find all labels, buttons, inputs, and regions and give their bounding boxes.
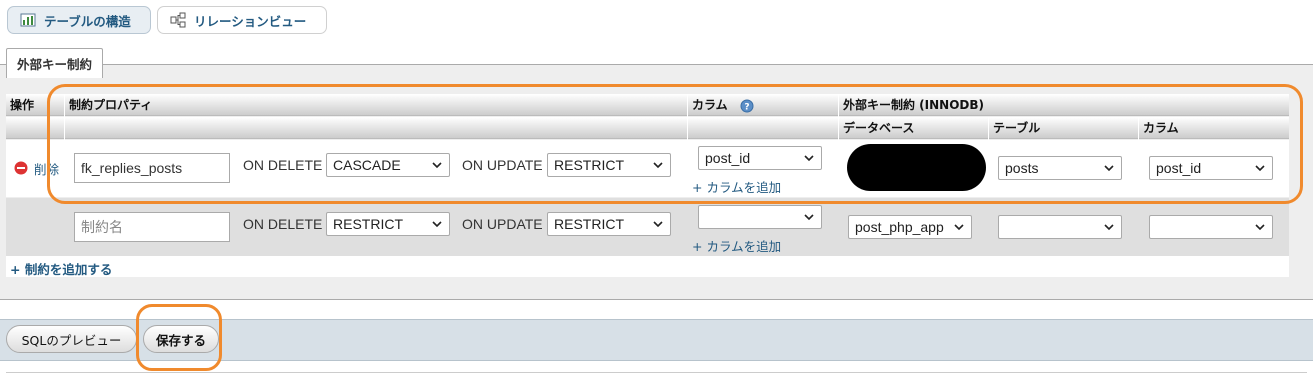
relation-icon	[170, 12, 186, 28]
on-update-label: ON UPDATE	[462, 216, 543, 232]
chevron-down-icon	[954, 224, 964, 231]
on-delete-value: RESTRICT	[333, 216, 403, 232]
chevron-down-icon	[804, 214, 814, 221]
on-delete-label: ON DELETE	[243, 216, 323, 232]
delete-icon[interactable]	[14, 161, 28, 179]
tab-relation-view-label: リレーションビュー	[194, 13, 307, 29]
chevron-down-icon	[1255, 224, 1265, 231]
highlight-annotation	[136, 304, 222, 371]
add-constraint-link[interactable]: + 制約を追加する	[10, 259, 112, 278]
header-actions: 操作	[10, 98, 35, 112]
on-update-value: RESTRICT	[554, 216, 624, 232]
table-structure-icon	[20, 12, 36, 28]
database-select[interactable]: post_php_app	[848, 215, 972, 239]
fieldset-legend: 外部キー制約	[6, 48, 104, 78]
tab-table-structure-label: テーブルの構造	[44, 13, 131, 29]
on-update-select[interactable]: RESTRICT	[547, 212, 671, 236]
on-delete-select[interactable]: RESTRICT	[326, 212, 450, 236]
chevron-down-icon	[1104, 224, 1114, 231]
chevron-down-icon	[432, 221, 442, 228]
ref-column-select[interactable]	[1149, 215, 1273, 239]
highlight-annotation	[47, 84, 1303, 204]
divider	[6, 372, 1307, 373]
add-constraint-row	[6, 256, 1289, 277]
database-value: post_php_app	[855, 219, 944, 235]
tab-table-structure[interactable]: テーブルの構造	[7, 6, 151, 34]
ref-table-select[interactable]	[998, 215, 1122, 239]
chevron-down-icon	[653, 221, 663, 228]
tab-relation-view[interactable]: リレーションビュー	[157, 6, 327, 34]
constraint-name-input[interactable]: 制約名	[74, 212, 230, 242]
add-column-link[interactable]: + カラムを追加	[692, 236, 781, 255]
preview-sql-button[interactable]: SQLのプレビュー	[6, 325, 137, 353]
column-select[interactable]	[698, 205, 822, 229]
